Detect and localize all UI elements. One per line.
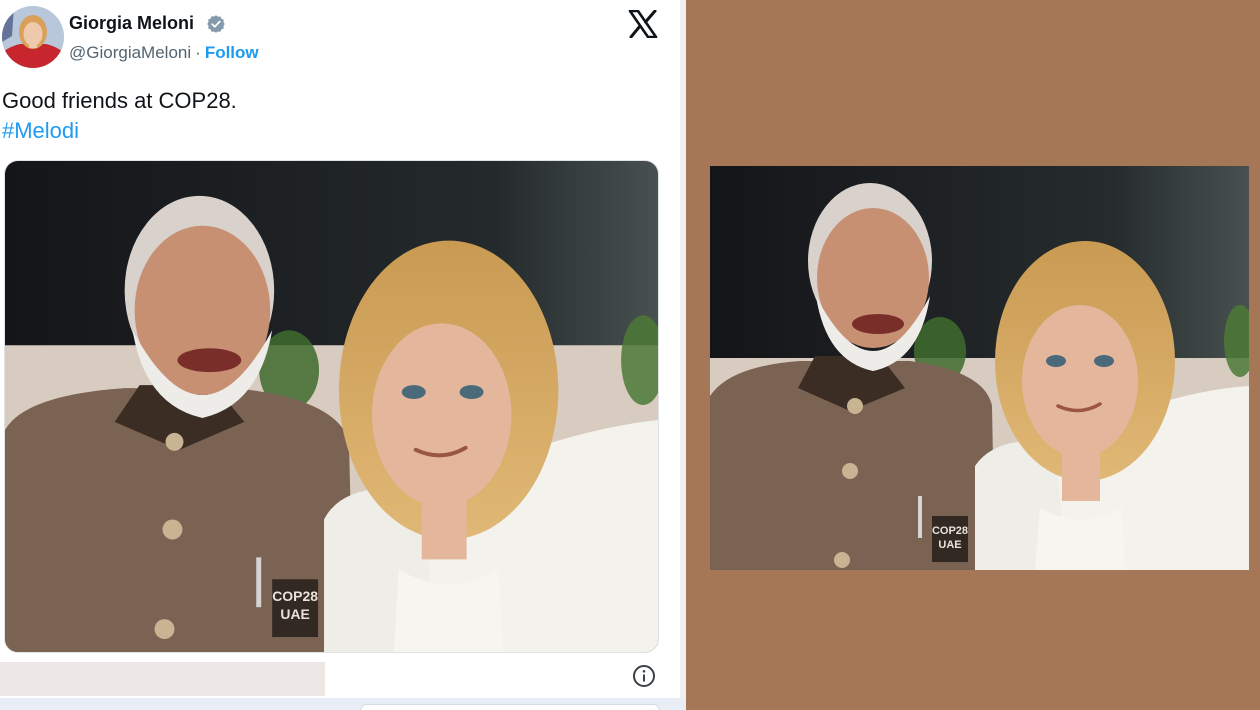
cop28-badge-line2-repost: UAE	[938, 539, 961, 551]
tweet-text-line: Good friends at COP28.	[2, 88, 237, 113]
handle-line: @GiorgiaMeloni · Follow	[69, 43, 259, 63]
cop28-badge-line1-repost: COP28	[932, 525, 968, 537]
tweet-text: Good friends at COP28. #Melodi	[2, 86, 237, 146]
tweet-photo[interactable]: COP28 UAE	[4, 160, 659, 653]
bottom-strip	[0, 698, 686, 710]
avatar-image	[2, 6, 64, 68]
brown-panel: COP28 UAE	[686, 0, 1260, 710]
info-icon[interactable]	[632, 664, 656, 688]
story-photo[interactable]: COP28 UAE	[710, 166, 1249, 570]
handle-separator: ·	[195, 43, 201, 62]
hashtag-link[interactable]: #Melodi	[2, 116, 237, 146]
selfie-photo: COP28 UAE	[5, 161, 658, 652]
selfie-photo-repost: COP28 UAE	[710, 166, 1249, 570]
author-name[interactable]: Giorgia Meloni	[69, 13, 194, 34]
x-logo-icon[interactable]	[628, 10, 658, 38]
avatar[interactable]	[2, 6, 64, 68]
author-handle[interactable]: @GiorgiaMeloni	[69, 43, 191, 62]
cop28-badge-line2: UAE	[280, 606, 309, 622]
footer-bar	[0, 662, 325, 696]
bottom-pill[interactable]	[360, 704, 660, 710]
verified-badge-icon	[207, 15, 225, 33]
cop28-badge-line1: COP28	[272, 588, 318, 604]
follow-button[interactable]: Follow	[205, 43, 259, 62]
tweet-card: Giorgia Meloni @GiorgiaMeloni · Follow Goo…	[0, 0, 686, 710]
